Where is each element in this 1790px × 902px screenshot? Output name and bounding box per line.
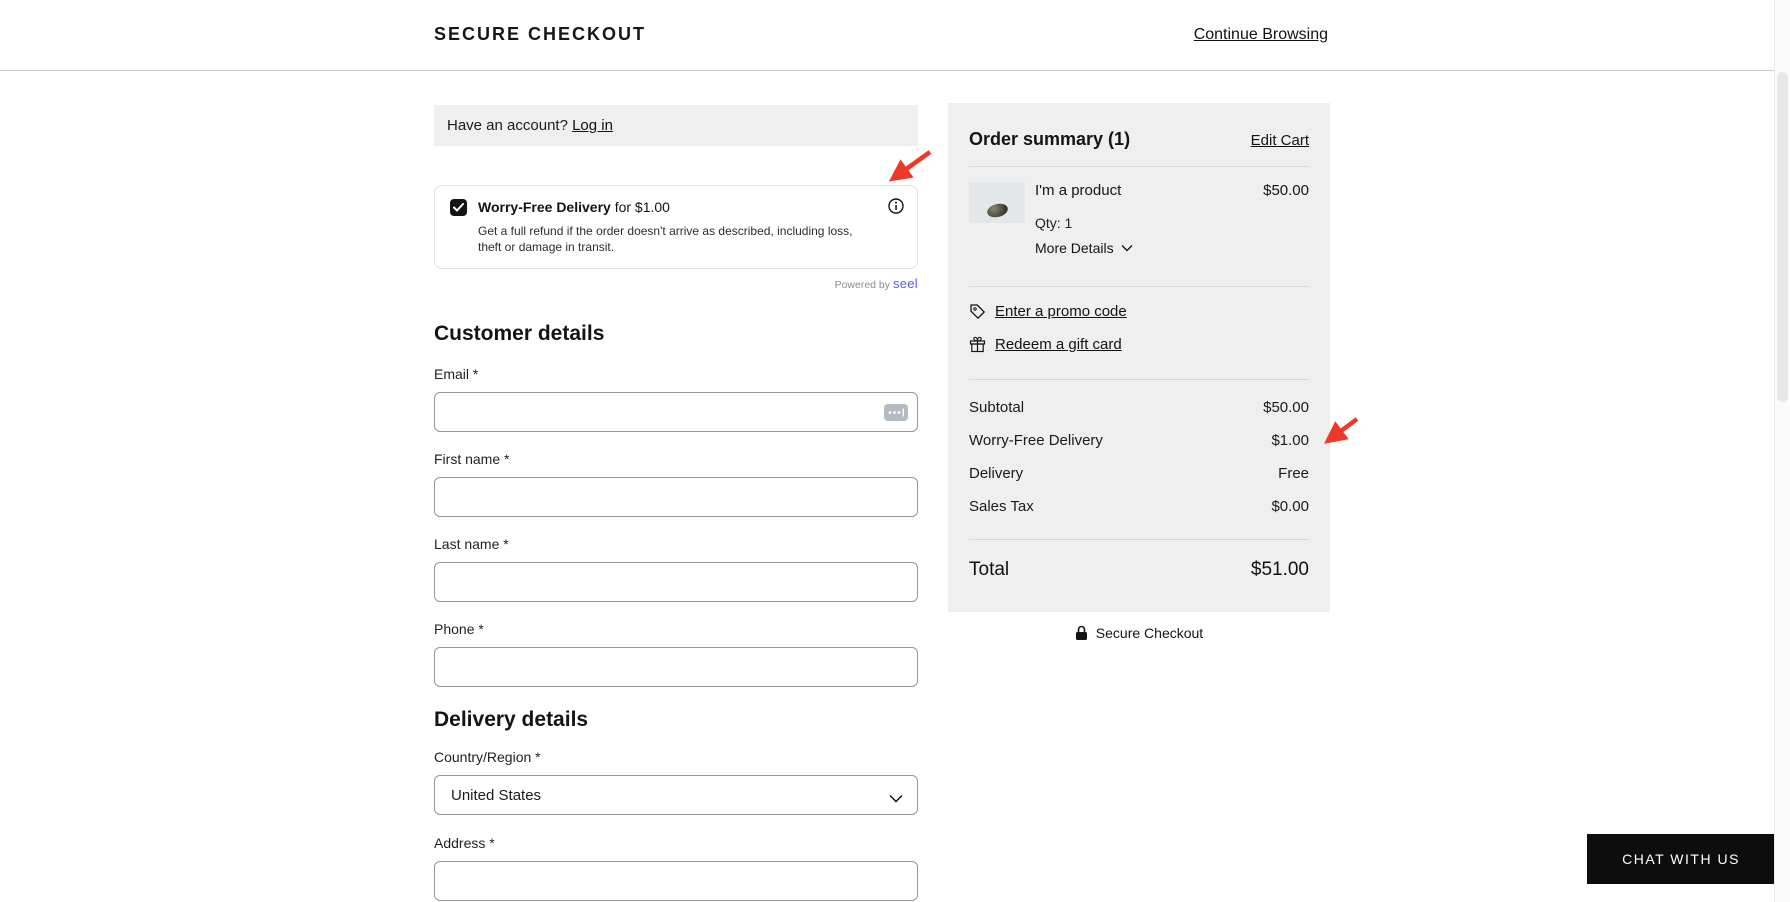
email-input[interactable] xyxy=(434,392,918,432)
email-field-group: Email * xyxy=(434,366,918,432)
divider xyxy=(969,539,1309,540)
phone-field-group: Phone * xyxy=(434,621,918,687)
country-select[interactable]: United States xyxy=(434,775,918,815)
delivery-label: Delivery xyxy=(969,465,1024,482)
country-selected-value: United States xyxy=(451,786,542,804)
delivery-details-heading: Delivery details xyxy=(434,708,589,731)
info-icon[interactable] xyxy=(888,198,904,214)
worry-free-fee-value: $1.00 xyxy=(1271,432,1309,449)
divider xyxy=(969,379,1309,380)
divider xyxy=(969,166,1309,167)
gift-icon xyxy=(969,336,986,353)
sales-tax-row: Sales Tax $0.00 xyxy=(969,498,1309,515)
delivery-row: Delivery Free xyxy=(969,465,1309,482)
worry-free-checkbox[interactable] xyxy=(450,199,467,216)
email-label: Email * xyxy=(434,366,479,382)
more-details-toggle[interactable]: More Details xyxy=(1035,240,1309,256)
subtotal-label: Subtotal xyxy=(969,399,1025,416)
continue-browsing-link[interactable]: Continue Browsing xyxy=(1194,26,1328,44)
product-thumbnail xyxy=(969,182,1025,223)
product-image xyxy=(985,201,1010,220)
total-row: Total $51.00 xyxy=(969,559,1309,581)
secure-checkout-note: Secure Checkout xyxy=(948,625,1330,641)
powered-by-seel: Powered by seel xyxy=(834,276,918,291)
worry-free-fee-row: Worry-Free Delivery $1.00 xyxy=(969,432,1309,449)
login-banner-text: Have an account? xyxy=(447,117,568,134)
delivery-value: Free xyxy=(1278,465,1309,482)
promo-code-row: Enter a promo code xyxy=(969,303,1309,320)
product-price: $50.00 xyxy=(1263,182,1309,199)
worry-free-description: Get a full refund if the order doesn't a… xyxy=(478,224,853,254)
total-value: $51.00 xyxy=(1250,559,1309,580)
total-label: Total xyxy=(969,559,1010,580)
seel-logo: seel xyxy=(892,276,918,291)
address-label: Address * xyxy=(434,835,495,851)
vertical-scrollbar[interactable] xyxy=(1774,0,1790,902)
cart-item: I'm a product $50.00 Qty: 1 More Details xyxy=(969,182,1309,256)
product-quantity: Qty: 1 xyxy=(1035,215,1073,231)
country-label: Country/Region * xyxy=(434,749,541,765)
tag-icon xyxy=(970,304,985,319)
promo-code-link[interactable]: Enter a promo code xyxy=(995,303,1127,320)
first-name-label: First name * xyxy=(434,451,510,467)
phone-input[interactable] xyxy=(434,647,918,687)
product-name: I'm a product xyxy=(1035,182,1122,199)
last-name-field-group: Last name * xyxy=(434,536,918,602)
address-field-group: Address * xyxy=(434,835,918,901)
page-title: SECURE CHECKOUT xyxy=(434,24,647,44)
gift-card-link[interactable]: Redeem a gift card xyxy=(995,336,1122,353)
chat-with-us-button[interactable]: CHAT WITH US xyxy=(1587,834,1775,884)
customer-details-heading: Customer details xyxy=(434,322,605,345)
phone-label: Phone * xyxy=(434,621,484,637)
worry-free-fee-label: Worry-Free Delivery xyxy=(969,432,1103,449)
checkout-page: SECURE CHECKOUT Continue Browsing Have a… xyxy=(0,0,1790,902)
login-banner: Have an account? Log in xyxy=(434,105,918,146)
divider xyxy=(969,286,1309,287)
edit-cart-link[interactable]: Edit Cart xyxy=(1251,132,1309,149)
header: SECURE CHECKOUT Continue Browsing xyxy=(0,0,1790,71)
scrollbar-thumb[interactable] xyxy=(1777,72,1788,402)
log-in-link[interactable]: Log in xyxy=(572,117,613,134)
order-summary-panel: Order summary (1) Edit Cart I'm a produc… xyxy=(948,103,1330,612)
subtotal-row: Subtotal $50.00 xyxy=(969,399,1309,416)
gift-card-row: Redeem a gift card xyxy=(969,336,1309,353)
first-name-input[interactable] xyxy=(434,477,918,517)
chevron-down-icon xyxy=(1121,245,1133,252)
autofill-icon[interactable] xyxy=(884,404,908,421)
worry-free-title: Worry-Free Delivery for $1.00 xyxy=(478,199,670,215)
last-name-label: Last name * xyxy=(434,536,509,552)
order-summary-title: Order summary (1) xyxy=(969,129,1131,149)
first-name-field-group: First name * xyxy=(434,451,918,517)
address-input[interactable] xyxy=(434,861,918,901)
last-name-input[interactable] xyxy=(434,562,918,602)
chevron-down-icon xyxy=(889,790,903,807)
sales-tax-label: Sales Tax xyxy=(969,498,1034,515)
sales-tax-value: $0.00 xyxy=(1271,498,1309,515)
country-field-group: Country/Region * United States xyxy=(434,749,918,815)
lock-icon xyxy=(1075,625,1087,640)
subtotal-value: $50.00 xyxy=(1263,399,1309,416)
checkmark-icon xyxy=(453,203,464,212)
worry-free-delivery-box: Worry-Free Delivery for $1.00 Get a full… xyxy=(434,185,918,269)
